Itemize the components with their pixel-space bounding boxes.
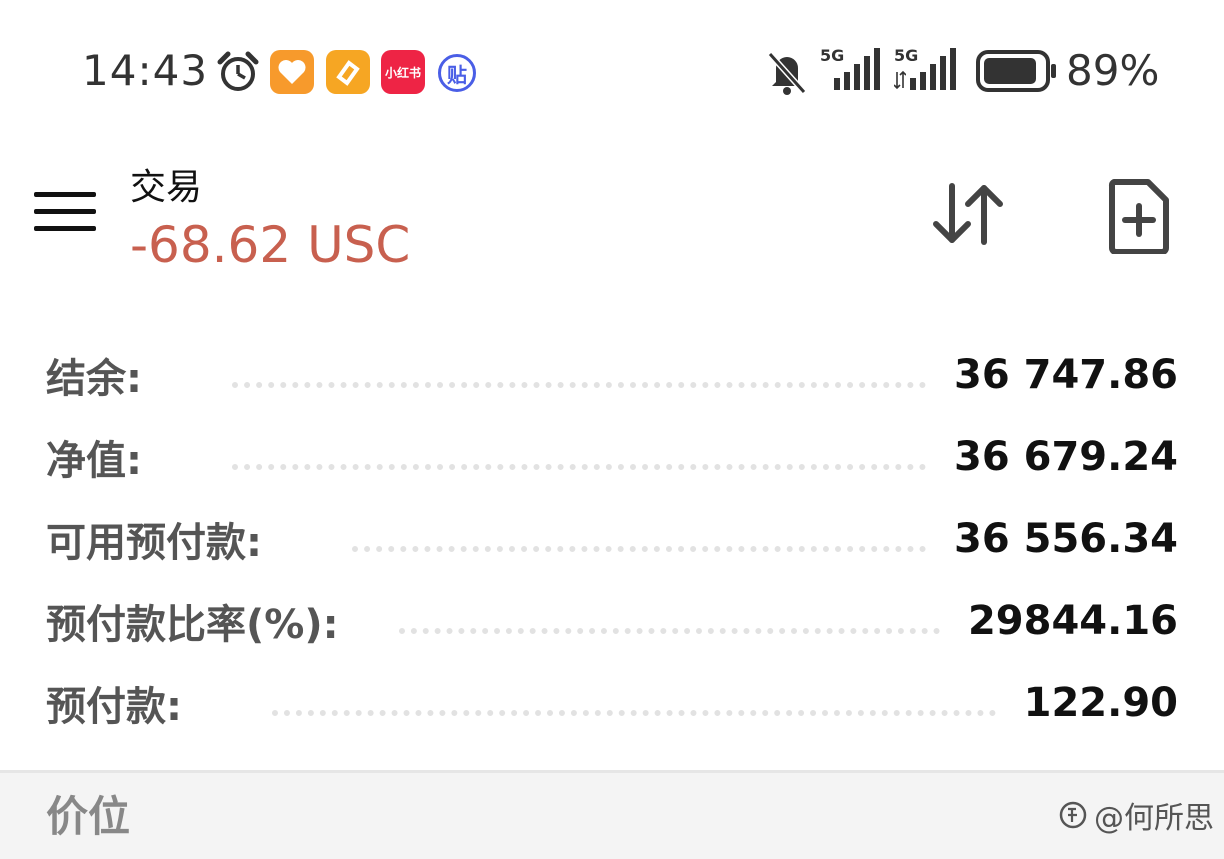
heart-app-icon xyxy=(270,50,314,94)
xiaohongshu-app-icon: 小红书 xyxy=(381,50,425,94)
alarm-icon xyxy=(217,51,259,91)
health-app-icon xyxy=(326,50,370,94)
price-section-label: 价位 xyxy=(46,792,131,841)
profit-loss-value: -68.62 USC xyxy=(130,216,411,274)
row-value: 36 556.34 xyxy=(954,516,1178,562)
row-leader-dots xyxy=(232,382,927,388)
mute-bell-icon xyxy=(767,51,807,95)
signal-5g-1-icon: 5G xyxy=(820,46,882,92)
sort-arrows-icon xyxy=(933,183,1003,245)
row-label: 预付款比率(%): xyxy=(46,602,339,648)
new-document-icon xyxy=(1108,179,1169,255)
account-row-margin-level: 预付款比率(%): 29844.16 xyxy=(46,580,1178,662)
row-leader-dots xyxy=(272,710,996,716)
row-label: 结余: xyxy=(46,356,142,402)
status-time: 14:43 xyxy=(82,46,209,95)
sort-button[interactable] xyxy=(930,182,1010,246)
account-row-free-margin: 可用预付款: 36 556.34 xyxy=(46,498,1178,580)
battery-percent: 89% xyxy=(1066,46,1160,95)
page-title: 交易 xyxy=(130,167,203,208)
row-leader-dots xyxy=(352,546,927,552)
menu-button[interactable] xyxy=(34,192,96,238)
zhihu-logo-icon xyxy=(1059,801,1087,829)
row-value: 36 747.86 xyxy=(954,352,1178,398)
watermark: @何所思 xyxy=(1058,793,1214,837)
row-label: 可用预付款: xyxy=(46,520,262,566)
price-section-header[interactable]: 价位 @何所思 xyxy=(0,773,1224,859)
tieba-app-icon: 贴 xyxy=(438,54,476,92)
watermark-text: @何所思 xyxy=(1094,801,1214,836)
row-value: 29844.16 xyxy=(967,598,1178,644)
hamburger-menu-icon xyxy=(34,192,96,231)
signal-5g-2-icon: 5G xyxy=(894,46,960,92)
battery-icon xyxy=(976,50,1056,92)
row-leader-dots xyxy=(398,628,940,634)
account-row-balance: 结余: 36 747.86 xyxy=(46,334,1178,416)
row-label: 预付款: xyxy=(46,684,182,730)
app-header: 交易 -68.62 USC xyxy=(0,150,1224,290)
row-value: 36 679.24 xyxy=(954,434,1178,480)
new-order-button[interactable] xyxy=(1106,178,1172,255)
account-row-equity: 净值: 36 679.24 xyxy=(46,416,1178,498)
row-label: 净值: xyxy=(46,438,142,484)
row-leader-dots xyxy=(232,464,927,470)
status-bar: 14:43 小红书 贴 5G 5G 89% xyxy=(0,0,1224,140)
row-value: 122.90 xyxy=(1023,680,1178,726)
account-row-margin: 预付款: 122.90 xyxy=(46,662,1178,744)
